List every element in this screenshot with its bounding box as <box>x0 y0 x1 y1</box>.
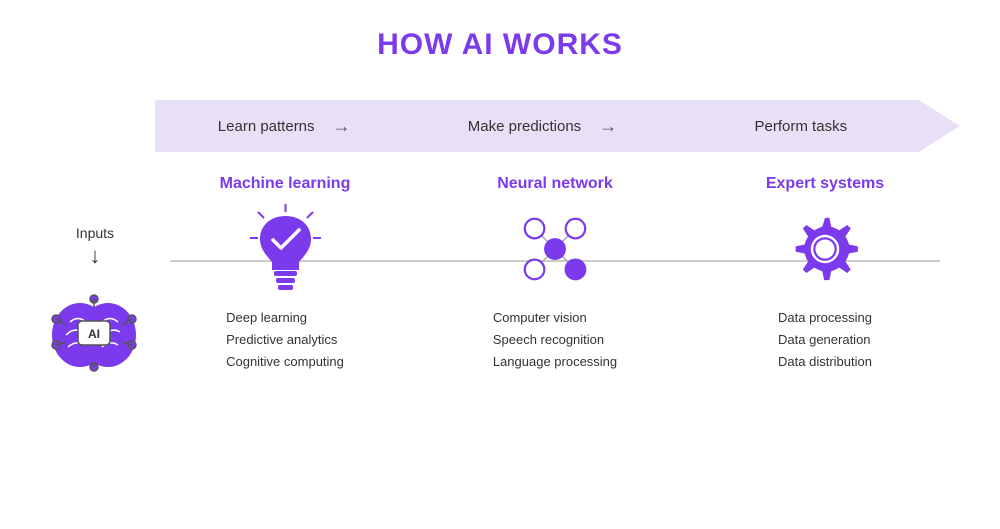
es-bullets: Data processing Data generation Data dis… <box>778 307 872 373</box>
page-title: HOW AI WORKS <box>377 28 623 62</box>
arrow-right-icon-2: → <box>599 116 617 137</box>
inputs-column: Inputs ↓ <box>40 175 150 387</box>
banner-label-perform: Perform tasks <box>672 118 960 135</box>
ml-title: Machine learning <box>220 175 351 193</box>
gear-icon <box>785 209 865 289</box>
banner-label-learn: Learn patterns → <box>155 116 413 137</box>
content-row: Inputs ↓ <box>40 175 960 509</box>
section-expert-systems: Expert systems Data processing Data gene… <box>690 175 960 373</box>
arrow-text-row: Learn patterns → Make predictions → Perf… <box>155 100 960 152</box>
es-title: Expert systems <box>766 175 884 193</box>
banner-label-predict: Make predictions → <box>413 116 671 137</box>
page: HOW AI WORKS Learn patterns → Make predi… <box>0 0 1000 529</box>
lightbulb-icon <box>245 209 325 289</box>
inputs-label: Inputs <box>76 225 114 241</box>
nn-title: Neural network <box>497 175 613 193</box>
svg-text:AI: AI <box>88 327 100 341</box>
brain-icon: AI <box>40 277 150 387</box>
ml-bullets: Deep learning Predictive analytics Cogni… <box>226 307 344 373</box>
neural-network-icon <box>515 209 595 289</box>
down-arrow-icon: ↓ <box>90 245 101 267</box>
section-neural-network: Neural network <box>420 175 690 373</box>
arrow-right-icon-1: → <box>333 116 351 137</box>
nn-bullets: Computer vision Speech recognition Langu… <box>493 307 617 373</box>
section-machine-learning: Machine learning <box>150 175 420 373</box>
